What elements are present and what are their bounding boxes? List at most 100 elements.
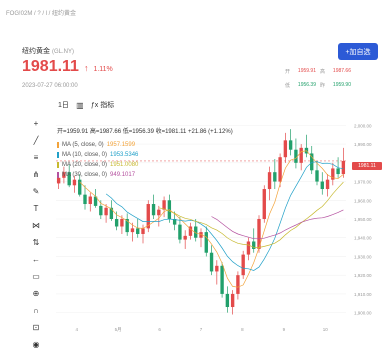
stat-prev: 昨 1959.90 xyxy=(320,82,351,89)
text-icon[interactable]: T xyxy=(31,203,41,213)
candle-body xyxy=(288,140,293,150)
x-tick-label: 4 xyxy=(75,327,78,332)
instrument-code: (GL.NY) xyxy=(51,49,74,55)
ma-legend-row[interactable]: MA (5, close, 0) 1957.1599 xyxy=(57,140,138,149)
y-tick-label: 1,970.00 xyxy=(354,180,372,185)
candle-body xyxy=(225,293,230,308)
candle-body xyxy=(215,265,219,272)
candle-body xyxy=(241,254,245,276)
candle-body xyxy=(278,157,282,182)
x-tick-label: 10 xyxy=(323,327,329,332)
price-block: 1981.11 ↑ 1.11% xyxy=(22,58,113,76)
candle-body xyxy=(320,181,324,190)
x-tick-label: 7 xyxy=(200,327,203,332)
parallel-channel-icon[interactable]: ≡ xyxy=(31,152,41,162)
y-tick-label: 1,990.00 xyxy=(354,142,372,147)
y-tick-label: 2,000.00 xyxy=(354,123,372,128)
y-tick-label: 1,910.00 xyxy=(354,292,372,297)
last-price: 1981.11 xyxy=(22,58,79,75)
stat-open: 开 1959.91 xyxy=(285,68,316,75)
ma10-swatch xyxy=(57,151,59,158)
candle-body xyxy=(299,147,303,163)
pattern-icon[interactable]: ⋈ xyxy=(31,220,41,230)
candle-body xyxy=(209,252,214,272)
y-tick-label: 1,950.00 xyxy=(354,217,372,222)
y-tick-label: 1,940.00 xyxy=(354,236,372,241)
candle-body xyxy=(220,265,224,294)
current-price-tag: 1981.11 xyxy=(352,162,382,170)
candle-body xyxy=(104,207,108,216)
x-tick-label: 5月 xyxy=(115,327,122,333)
candle-body xyxy=(157,209,161,216)
ohlc-readout: 开=1959.91 高=1987.66 低=1956.39 收=1981.11 … xyxy=(57,129,233,135)
candle-body xyxy=(325,179,330,190)
candle-body xyxy=(141,228,145,234)
candle-body xyxy=(252,241,256,249)
candle-body xyxy=(230,293,235,308)
change-percent: 1.11% xyxy=(93,66,113,73)
instrument-title: 纽约黄金 xyxy=(22,48,50,55)
lock-icon[interactable]: ⊡ xyxy=(31,322,41,332)
ma-legend: MA (5, close, 0) 1957.1599 MA (10, close,… xyxy=(57,140,138,179)
drawing-toolbar: + ╱ ≡ ⋔ ✎ T ⋈ ⇅ ← ▭ ⊕ ∩ ⊡ ◉ xyxy=(30,118,42,349)
candle-body xyxy=(72,179,77,186)
up-arrow-icon: ↑ xyxy=(83,63,89,73)
ma10-line xyxy=(105,161,344,271)
candle-body xyxy=(99,205,103,216)
y-axis: 2,000.001,990.001,980.001,970.001,960.00… xyxy=(354,123,372,315)
ma-legend-row[interactable]: MA (20, close, 0) 1951.0080 xyxy=(57,160,138,169)
back-arrow-icon[interactable]: ← xyxy=(31,254,41,264)
x-axis: 4 5月 6 7 8 9 10 xyxy=(75,327,328,333)
x-tick-label: 8 xyxy=(241,327,244,332)
ma-legend-row[interactable]: MA (30, close, 0) 949.1017 xyxy=(57,170,138,179)
y-tick-label: 1,930.00 xyxy=(354,254,372,259)
candle-body xyxy=(183,235,187,240)
candle-body xyxy=(83,194,87,205)
price-time: 2023-07-27 06:00:00 xyxy=(22,83,78,89)
zoom-icon[interactable]: ⊕ xyxy=(31,288,41,298)
eye-icon[interactable]: ◉ xyxy=(31,339,41,349)
brush-icon[interactable]: ✎ xyxy=(31,186,41,196)
ma5-swatch xyxy=(57,141,59,148)
stat-low: 低 1956.39 xyxy=(285,82,316,89)
x-tick-label: 9 xyxy=(283,327,286,332)
ma20-swatch xyxy=(57,161,59,168)
candle-body xyxy=(178,224,182,240)
instrument-name: 纽约黄金 (GL.NY) xyxy=(22,46,74,56)
candle-body xyxy=(273,172,277,182)
x-tick-label: 6 xyxy=(158,327,161,332)
candle-body xyxy=(136,228,140,234)
candle-body xyxy=(341,160,346,175)
candle-body xyxy=(283,140,288,158)
ma30-line xyxy=(211,209,344,240)
y-tick-label: 1,920.00 xyxy=(354,273,372,278)
candle-body xyxy=(315,170,319,182)
candle-body xyxy=(246,241,251,255)
candle-body xyxy=(204,232,208,253)
crosshair-icon[interactable]: + xyxy=(31,118,41,128)
stat-high: 高 1987.66 xyxy=(320,68,351,75)
candle-body xyxy=(162,200,166,210)
candle-body xyxy=(151,204,156,216)
ruler-icon[interactable]: ▭ xyxy=(31,271,41,281)
y-tick-label: 1,900.00 xyxy=(354,311,372,316)
prediction-icon[interactable]: ⇅ xyxy=(31,237,41,247)
ma30-swatch xyxy=(57,171,59,178)
y-tick-label: 1,960.00 xyxy=(354,198,372,203)
candle-body xyxy=(120,219,124,227)
candle-body xyxy=(109,207,114,219)
magnet-icon[interactable]: ∩ xyxy=(31,305,41,315)
candle-body xyxy=(267,172,272,190)
candle-body xyxy=(88,196,92,205)
candle-body xyxy=(114,219,119,227)
candle-body xyxy=(130,228,135,233)
candle-body xyxy=(262,189,266,219)
trend-line-icon[interactable]: ╱ xyxy=(31,135,41,145)
candle-body xyxy=(236,275,240,294)
breadcrumb[interactable]: FOG!02M / ? / l / 纽约黄金 xyxy=(6,8,76,17)
stats-grid: 开 1959.91 高 1987.66 低 1956.39 昨 1959.90 xyxy=(285,68,351,89)
candle-body xyxy=(336,168,340,175)
ma-legend-row[interactable]: MA (10, close, 0) 1953.5346 xyxy=(57,150,138,159)
pitchfork-icon[interactable]: ⋔ xyxy=(31,169,41,179)
add-watchlist-button[interactable]: +加自选 xyxy=(338,43,378,60)
